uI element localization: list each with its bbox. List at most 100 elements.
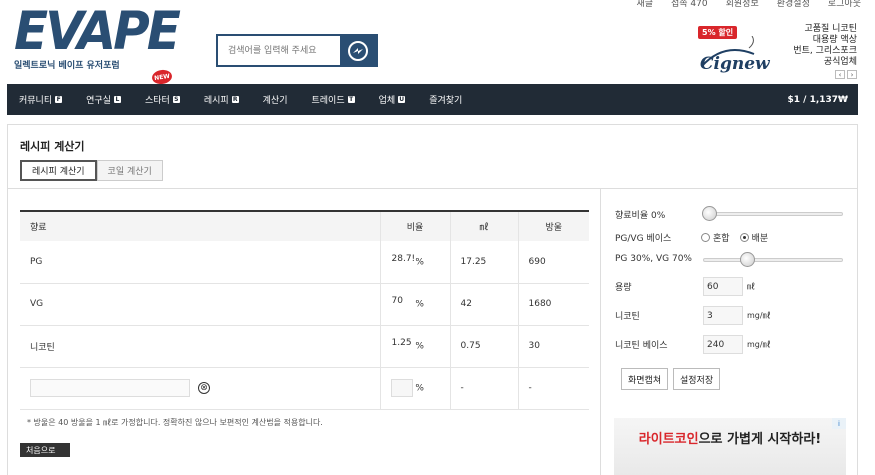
- ad-next-button[interactable]: ›: [847, 70, 857, 79]
- row-drops: 30: [517, 325, 589, 368]
- ad-brand: Cignew: [700, 54, 770, 74]
- table-row: VG 70 % 42 1680: [20, 283, 589, 326]
- search-box: [216, 34, 378, 67]
- radio-split[interactable]: [739, 233, 749, 242]
- nicbase-row: 니코틴 베이스 240 mg/㎖: [615, 335, 771, 354]
- row-ml: -: [449, 367, 518, 410]
- nav-tag: U: [398, 96, 406, 103]
- radio-split-label: 배분: [751, 234, 769, 244]
- nav-tag: L: [113, 96, 121, 103]
- row-drops: -: [517, 367, 589, 410]
- slider-handle[interactable]: [739, 252, 755, 267]
- top-link-profile[interactable]: 회원정보: [726, 0, 759, 9]
- table-row: PG 28.7! % 17.25 690: [20, 241, 589, 284]
- nav-community[interactable]: 커뮤니티 F: [7, 84, 74, 115]
- percent-unit: %: [415, 383, 424, 394]
- flavor-name-input[interactable]: [30, 379, 190, 397]
- tab-recipe-calculator[interactable]: 레시피 계산기: [20, 160, 97, 181]
- adchoices-icon[interactable]: i: [832, 418, 846, 429]
- table-header-row: 향료 비율 ㎖ 방울: [20, 210, 589, 241]
- banner-text: 라이트코인으로 가볍게 시작하라!: [614, 428, 846, 447]
- ratio-input[interactable]: 1.25: [391, 337, 413, 355]
- calculator-tabs: 레시피 계산기 코일 계산기: [20, 160, 163, 181]
- top-link-online[interactable]: 접속 470: [671, 0, 708, 9]
- ad-arrows: ‹ ›: [835, 70, 857, 79]
- volume-label: 용량: [615, 283, 632, 293]
- nav-favorites[interactable]: 즐겨찾기: [417, 84, 474, 115]
- base-label: PG/VG 베이스: [615, 234, 672, 244]
- cignew-ad[interactable]: 5% 할인 Cignew: [694, 24, 774, 80]
- row-ratio: 28.7! %: [379, 241, 450, 284]
- nav-label: 트레이드: [311, 96, 345, 106]
- volume-input[interactable]: 60: [703, 277, 743, 296]
- exchange-rate: $1 / 1,137₩: [787, 94, 848, 105]
- row-ml: 17.25: [449, 241, 518, 284]
- ad-line: 고품질 니코틴: [804, 24, 857, 34]
- row-name: 니코틴: [20, 325, 380, 368]
- nav-recipe[interactable]: 레시피 R: [192, 84, 251, 115]
- litecoin-banner[interactable]: 라이트코인으로 가볍게 시작하라! i: [614, 418, 846, 475]
- top-link-new[interactable]: 새글: [636, 0, 653, 9]
- ad-line: 번트, 그리스포크: [793, 46, 857, 56]
- flavor-ratio-slider[interactable]: [702, 206, 843, 221]
- row-ratio: 1.25 %: [379, 325, 450, 368]
- table-row-new: ⊗ % - -: [20, 367, 589, 410]
- table-row: 니코틴 1.25 % 0.75 30: [20, 325, 589, 368]
- nicotine-input[interactable]: 3: [703, 306, 743, 325]
- nav-label: 계산기: [262, 96, 288, 106]
- row-name: VG: [20, 283, 380, 326]
- nav-calculator[interactable]: 계산기: [251, 84, 300, 115]
- nav-lab[interactable]: 연구실 L: [74, 84, 133, 115]
- nicotine-row: 니코틴 3 mg/㎖: [615, 306, 771, 325]
- row-name: PG: [20, 241, 380, 284]
- tab-coil-calculator[interactable]: 코일 계산기: [96, 160, 163, 181]
- nav-starter[interactable]: 스타터 S: [133, 84, 192, 115]
- nav-label: 커뮤니티: [19, 96, 53, 106]
- row-ratio: %: [379, 367, 450, 410]
- pgvg-slider[interactable]: [703, 252, 843, 267]
- logo-wordmark: EVAPE: [14, 0, 181, 62]
- ratio-input[interactable]: 70: [391, 295, 413, 313]
- save-settings-button[interactable]: 설정저장: [673, 368, 721, 390]
- site-logo[interactable]: EVAPE 일렉트로닉 베이프 유저포럼: [14, 0, 181, 71]
- clear-icon[interactable]: ⊗: [198, 382, 210, 394]
- nicbase-unit: mg/㎖: [747, 340, 771, 349]
- ad-text: 고품질 니코틴 대용량 액상 번트, 그리스포크 공식업체: [793, 24, 857, 68]
- row-ml: 0.75: [449, 325, 518, 368]
- nav-label: 업체: [378, 96, 396, 106]
- top-links: 새글 접속 470 회원정보 환경설정 로그아웃: [636, 0, 861, 9]
- radio-mix-label: 혼합: [713, 234, 730, 244]
- row-ml: 42: [449, 283, 518, 326]
- ratio-input[interactable]: [390, 379, 413, 397]
- nav-trade[interactable]: 트레이드 T: [300, 84, 367, 115]
- ad-line: 대용량 액상: [812, 35, 857, 45]
- percent-unit: %: [415, 257, 424, 268]
- ad-prev-button[interactable]: ‹: [835, 70, 845, 79]
- nicbase-input[interactable]: 240: [703, 335, 743, 354]
- top-link-logout[interactable]: 로그아웃: [828, 0, 861, 9]
- row-new-flavor: ⊗: [20, 367, 380, 410]
- ad-line: 공식업체: [823, 57, 857, 67]
- nav-tag: R: [231, 96, 239, 103]
- nav-tag: S: [172, 96, 180, 103]
- row-drops: 690: [517, 241, 589, 284]
- row-ratio: 70 %: [379, 283, 450, 326]
- slider-handle[interactable]: [702, 206, 717, 221]
- recipe-table: 향료 비율 ㎖ 방울 PG 28.7! % 17.25 690 VG 70 % …: [20, 210, 589, 410]
- col-ml: ㎖: [449, 210, 518, 241]
- row-drops: 1680: [517, 283, 589, 326]
- search-button[interactable]: [340, 36, 376, 65]
- banner-copy: 으로 가볍게 시작하라!: [698, 432, 822, 447]
- drops-note: * 방울은 40 방울을 1 ㎖로 가정합니다. 정확하진 않으나 보편적인 계…: [27, 418, 323, 427]
- nav-label: 즐겨찾기: [429, 96, 463, 106]
- col-flavor: 향료: [20, 210, 380, 241]
- capture-button[interactable]: 화면캡쳐: [621, 368, 669, 390]
- radio-mix[interactable]: [701, 233, 710, 242]
- reset-button[interactable]: 처음으로: [20, 443, 70, 457]
- nav-vendors[interactable]: 업체 U: [367, 84, 418, 115]
- search-input[interactable]: [218, 36, 340, 65]
- pgvg-label: PG 30%, VG 70%: [615, 254, 692, 264]
- percent-unit: %: [415, 341, 424, 352]
- ratio-input[interactable]: 28.7!: [391, 253, 416, 271]
- top-link-settings[interactable]: 환경설정: [777, 0, 810, 9]
